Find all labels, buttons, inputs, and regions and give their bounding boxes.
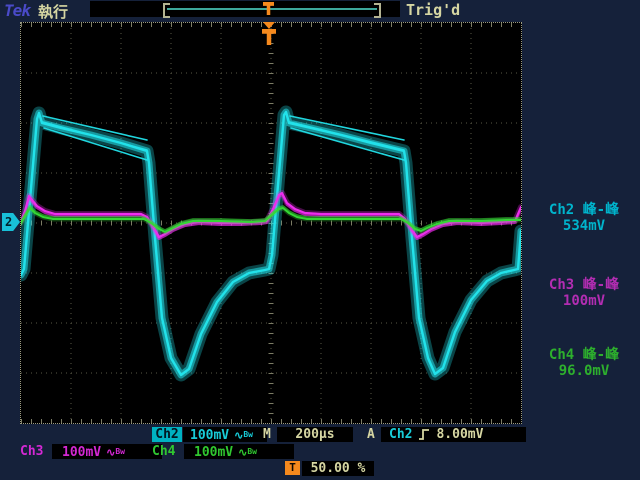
- measurement-ch2-value: 534mV: [528, 218, 640, 234]
- ch4-scale-value: 100mV: [194, 445, 233, 460]
- timebase-readout[interactable]: 200µs: [277, 427, 353, 442]
- ch3-scale-readout[interactable]: 100mV ∿Bw: [52, 444, 162, 459]
- trigger-prefix: A: [367, 427, 375, 442]
- trigger-level: 8.00mV: [436, 427, 483, 442]
- ch2-ground-marker[interactable]: 2: [2, 213, 20, 231]
- ch3-badge[interactable]: Ch3: [20, 444, 43, 459]
- record-window-left-bracket: [163, 3, 170, 18]
- trigger-position-arrow-icon[interactable]: [263, 22, 275, 29]
- ch4-bandwidth-icon: Bw: [247, 447, 257, 456]
- measurement-ch4-label: Ch4 峰-峰: [528, 347, 640, 363]
- ch2-coupling-icon: ∿: [234, 429, 243, 442]
- measurement-ch2-label: Ch2 峰-峰: [528, 202, 640, 218]
- ch4-scale-readout[interactable]: 100mV ∿Bw: [184, 444, 294, 459]
- measurement-ch4-value: 96.0mV: [528, 363, 640, 379]
- horizontal-trigger-t-icon[interactable]: T: [285, 461, 300, 475]
- measurement-ch3-pkpk: Ch3 峰-峰 100mV: [528, 277, 640, 309]
- graticule: [20, 22, 522, 424]
- measurement-ch3-label: Ch3 峰-峰: [528, 277, 640, 293]
- rising-edge-icon: [418, 428, 430, 441]
- timebase-prefix: M: [263, 427, 271, 442]
- ch3-coupling-icon: ∿: [106, 446, 115, 459]
- trigger-status: Trig'd: [406, 1, 460, 19]
- ch2-bandwidth-icon: Bw: [243, 430, 253, 439]
- ch2-scale-readout[interactable]: 100mV ∿Bw: [183, 427, 267, 442]
- measurement-ch3-value: 100mV: [528, 293, 640, 309]
- waveform-display: [21, 23, 521, 423]
- trigger-readout[interactable]: Ch2 8.00mV: [381, 427, 526, 442]
- ch2-scale-value: 100mV: [190, 428, 229, 443]
- waveform-traces: [21, 112, 521, 375]
- horizontal-trigger-position-readout[interactable]: 50.00 %: [302, 461, 374, 476]
- ch3-scale-value: 100mV: [62, 445, 101, 460]
- acquisition-status: 執行: [38, 1, 68, 22]
- ch4-coupling-icon: ∿: [238, 446, 247, 459]
- record-window-right-bracket: [374, 3, 381, 18]
- measurement-ch4-pkpk: Ch4 峰-峰 96.0mV: [528, 347, 640, 379]
- ch3-bandwidth-icon: Bw: [115, 447, 125, 456]
- measurement-ch2-pkpk: Ch2 峰-峰 534mV: [528, 202, 640, 234]
- ch4-badge[interactable]: Ch4: [152, 444, 175, 459]
- tek-logo: Tek: [4, 1, 30, 20]
- record-view-line: [167, 8, 377, 10]
- trigger-source: Ch2: [389, 427, 412, 442]
- ch2-badge[interactable]: Ch2: [152, 427, 182, 442]
